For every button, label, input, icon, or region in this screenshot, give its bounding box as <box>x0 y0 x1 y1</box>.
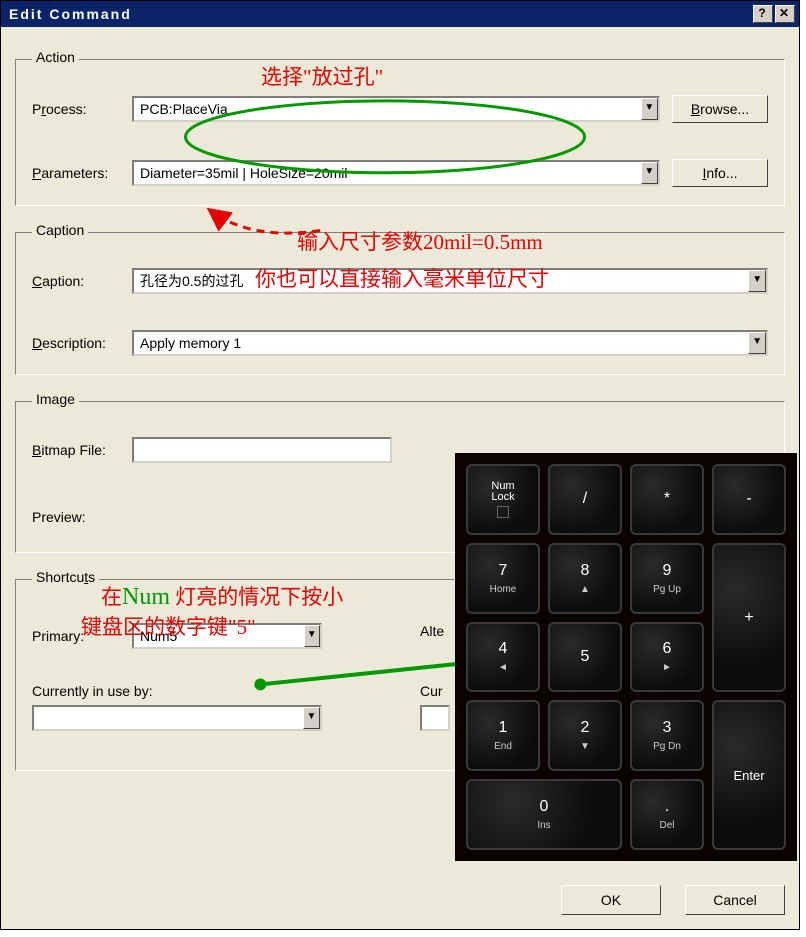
cur-combo[interactable] <box>420 705 450 731</box>
key-3: 3Pg Dn <box>630 700 704 771</box>
window-title: Edit Command <box>9 6 132 22</box>
key-5: 5 <box>548 622 622 693</box>
primary-dropdown-icon[interactable]: ▼ <box>304 625 320 647</box>
description-dropdown-icon[interactable]: ▼ <box>748 332 766 354</box>
preview-label: Preview: <box>32 509 132 525</box>
parameters-input[interactable] <box>134 162 641 184</box>
description-combo[interactable]: ▼ <box>132 330 768 356</box>
edit-command-window: Edit Command ? ✕ Action Process: ▼ Brows… <box>0 0 800 930</box>
key-0: 0Ins <box>466 779 622 850</box>
bitmap-label: Bitmap File: <box>32 442 132 458</box>
currently-combo[interactable]: ▼ <box>32 705 322 731</box>
caption-group: Caption Caption: ▼ Description: ▼ <box>15 224 785 375</box>
key-numlock: NumLock <box>466 464 540 535</box>
cur-input[interactable] <box>422 707 448 729</box>
key-8: 8▲ <box>548 543 622 614</box>
alternative-label: Alte <box>420 623 460 639</box>
description-label: Description: <box>32 335 132 351</box>
action-legend: Action <box>32 49 79 65</box>
info-button[interactable]: Info... <box>672 159 768 187</box>
caption-dropdown-icon[interactable]: ▼ <box>748 270 766 292</box>
primary-combo[interactable]: ▼ <box>132 623 322 649</box>
key-7: 7Home <box>466 543 540 614</box>
numpad-overlay: NumLock / * - 7Home 8▲ 9Pg Up + 4◄ 5 6► … <box>455 453 797 861</box>
currently-dropdown-icon[interactable]: ▼ <box>303 707 320 729</box>
caption-combo[interactable]: ▼ <box>132 268 768 294</box>
parameters-label: Parameters: <box>32 165 132 181</box>
ok-button[interactable]: OK <box>561 885 661 915</box>
process-label: Process: <box>32 101 132 117</box>
cancel-button[interactable]: Cancel <box>685 885 785 915</box>
process-combo[interactable]: ▼ <box>132 96 660 122</box>
bitmap-input[interactable] <box>134 439 390 461</box>
action-group: Action Process: ▼ Browse... Parameters: <box>15 51 785 206</box>
bitmap-combo[interactable] <box>132 437 392 463</box>
primary-input[interactable] <box>134 625 304 647</box>
titlebar: Edit Command ? ✕ <box>1 1 799 27</box>
help-button[interactable]: ? <box>753 5 773 23</box>
primary-label: Primary: <box>32 628 132 644</box>
currently-input[interactable] <box>34 707 303 729</box>
footer: OK Cancel <box>561 885 785 915</box>
currently-label: Currently in use by: <box>32 683 192 699</box>
process-dropdown-icon[interactable]: ▼ <box>641 98 658 120</box>
key-9: 9Pg Up <box>630 543 704 614</box>
cur-label: Cur <box>420 683 460 699</box>
process-input[interactable] <box>134 98 641 120</box>
key-dot: .Del <box>630 779 704 850</box>
parameters-dropdown-icon[interactable]: ▼ <box>641 162 658 184</box>
caption-legend: Caption <box>32 222 88 238</box>
key-6: 6► <box>630 622 704 693</box>
key-minus: - <box>712 464 786 535</box>
key-2: 2▼ <box>548 700 622 771</box>
key-4: 4◄ <box>466 622 540 693</box>
browse-button[interactable]: Browse... <box>672 95 768 123</box>
key-plus: + <box>712 543 786 693</box>
description-input[interactable] <box>134 332 748 354</box>
key-slash: / <box>548 464 622 535</box>
parameters-combo[interactable]: ▼ <box>132 160 660 186</box>
key-1: 1End <box>466 700 540 771</box>
shortcuts-legend: Shortcuts <box>32 569 99 585</box>
caption-input[interactable] <box>134 270 748 292</box>
key-star: * <box>630 464 704 535</box>
key-enter: Enter <box>712 700 786 850</box>
caption-label: Caption: <box>32 273 132 289</box>
close-button[interactable]: ✕ <box>775 5 795 23</box>
image-legend: Image <box>32 391 79 407</box>
